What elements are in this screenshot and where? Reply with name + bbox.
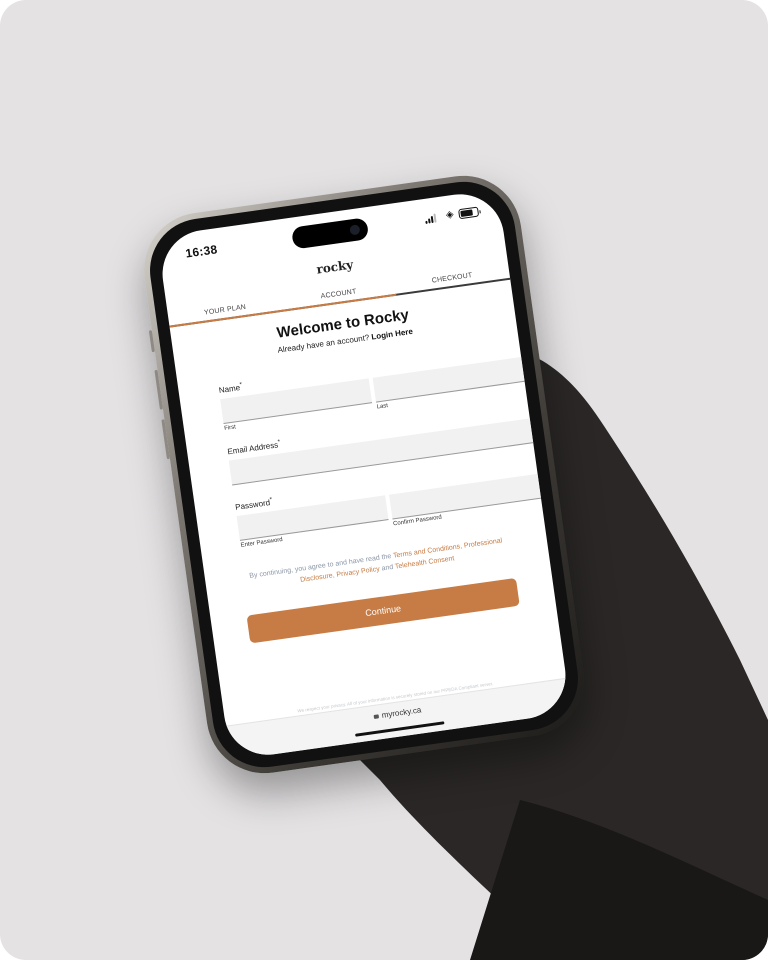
last-name-hint: Last [376, 403, 389, 411]
status-icons: ◈ [418, 206, 480, 226]
required-marker: * [269, 497, 273, 504]
login-link[interactable]: Login Here [371, 327, 414, 342]
wifi-icon: ◈ [445, 209, 455, 222]
first-name-hint: First [223, 424, 237, 432]
terms-separator: , [332, 572, 336, 580]
privacy-policy-link[interactable]: Privacy Policy [336, 566, 380, 579]
last-name-input[interactable] [372, 356, 525, 403]
email-input[interactable] [228, 418, 534, 486]
password-label: Password* [235, 497, 273, 512]
camera-icon [349, 224, 361, 236]
terms-and: and [381, 563, 394, 573]
photo-background: 16:38 ◈ rocky YOUR PLAN ACCOUNT CHECKOUT [0, 0, 768, 960]
phone-bezel: 16:38 ◈ rocky YOUR PLAN ACCOUNT CHECKOUT [143, 175, 585, 774]
status-time: 16:38 [184, 242, 219, 261]
required-marker: * [277, 439, 281, 446]
signal-icon [424, 213, 439, 224]
phone-screen: 16:38 ◈ rocky YOUR PLAN ACCOUNT CHECKOUT [156, 188, 572, 761]
lock-icon [373, 714, 380, 719]
home-indicator[interactable] [354, 721, 445, 737]
battery-icon [458, 206, 480, 220]
phone-device: 16:38 ◈ rocky YOUR PLAN ACCOUNT CHECKOUT [136, 168, 592, 781]
password-label-text: Password [234, 498, 271, 512]
confirm-password-input[interactable] [389, 473, 542, 520]
required-marker: * [239, 382, 243, 389]
name-label: Name* [218, 382, 243, 395]
dynamic-island [290, 217, 370, 250]
url-text: myrocky.ca [381, 705, 422, 720]
first-name-input[interactable] [220, 378, 373, 425]
name-label-text: Name [218, 383, 241, 395]
terms-separator: , [459, 543, 463, 551]
